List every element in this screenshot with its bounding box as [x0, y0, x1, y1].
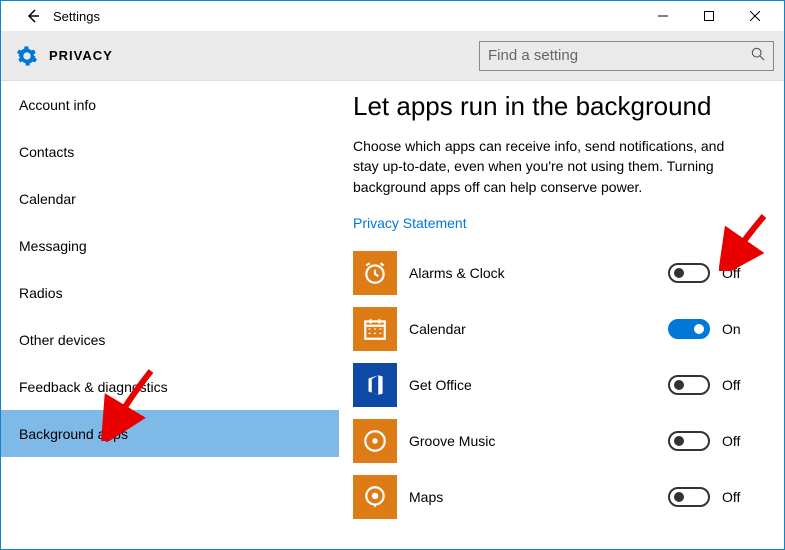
title-bar: Settings: [1, 1, 784, 31]
toggle-alarms-clock[interactable]: [668, 263, 710, 283]
sidebar-item-calendar[interactable]: Calendar: [1, 175, 339, 222]
gear-icon: [15, 44, 39, 68]
category-title: PRIVACY: [49, 48, 113, 63]
toggle-state-label: Off: [722, 377, 740, 393]
sidebar-item-background-apps[interactable]: Background apps: [1, 410, 339, 457]
sidebar-item-label: Other devices: [19, 332, 105, 348]
sidebar-item-label: Account info: [19, 97, 96, 113]
alarm-icon: [353, 251, 397, 295]
toggle-state-label: Off: [722, 489, 740, 505]
toggle-maps[interactable]: [668, 487, 710, 507]
sidebar-item-label: Feedback & diagnostics: [19, 379, 168, 395]
search-box[interactable]: [479, 41, 774, 71]
calendar-icon: [353, 307, 397, 351]
maps-icon: [353, 475, 397, 519]
app-row-groove-music: Groove Music Off: [353, 413, 758, 469]
page-description: Choose which apps can receive info, send…: [353, 136, 733, 197]
music-icon: [353, 419, 397, 463]
search-input[interactable]: [488, 47, 751, 64]
window-title: Settings: [53, 9, 100, 24]
app-label: Alarms & Clock: [409, 265, 668, 281]
toggle-get-office[interactable]: [668, 375, 710, 395]
toggle-calendar[interactable]: [668, 319, 710, 339]
app-label: Calendar: [409, 321, 668, 337]
page-title: Let apps run in the background: [353, 91, 758, 122]
sidebar-item-label: Messaging: [19, 238, 87, 254]
sidebar: Account info Contacts Calendar Messaging…: [1, 81, 339, 549]
sidebar-item-label: Background apps: [19, 426, 128, 442]
toggle-state-label: On: [722, 321, 741, 337]
maximize-button[interactable]: [686, 1, 732, 31]
sidebar-item-label: Radios: [19, 285, 63, 301]
back-button[interactable]: [21, 4, 45, 28]
app-row-calendar: Calendar On: [353, 301, 758, 357]
sidebar-item-radios[interactable]: Radios: [1, 269, 339, 316]
app-row-maps: Maps Off: [353, 469, 758, 525]
sidebar-item-label: Calendar: [19, 191, 76, 207]
toggle-state-label: Off: [722, 433, 740, 449]
sidebar-item-feedback-diagnostics[interactable]: Feedback & diagnostics: [1, 363, 339, 410]
app-label: Groove Music: [409, 433, 668, 449]
sidebar-item-label: Contacts: [19, 144, 74, 160]
app-label: Maps: [409, 489, 668, 505]
sidebar-item-account-info[interactable]: Account info: [1, 81, 339, 128]
content-panel: Let apps run in the background Choose wh…: [339, 81, 784, 549]
privacy-statement-link[interactable]: Privacy Statement: [353, 215, 467, 231]
office-icon: [353, 363, 397, 407]
app-row-get-office: Get Office Off: [353, 357, 758, 413]
sidebar-item-contacts[interactable]: Contacts: [1, 128, 339, 175]
minimize-button[interactable]: [640, 1, 686, 31]
close-button[interactable]: [732, 1, 778, 31]
toggle-state-label: Off: [722, 265, 740, 281]
app-row-alarms-clock: Alarms & Clock Off: [353, 245, 758, 301]
sidebar-item-messaging[interactable]: Messaging: [1, 222, 339, 269]
search-icon: [751, 47, 765, 64]
header-band: PRIVACY: [1, 31, 784, 81]
toggle-groove-music[interactable]: [668, 431, 710, 451]
app-label: Get Office: [409, 377, 668, 393]
sidebar-item-other-devices[interactable]: Other devices: [1, 316, 339, 363]
